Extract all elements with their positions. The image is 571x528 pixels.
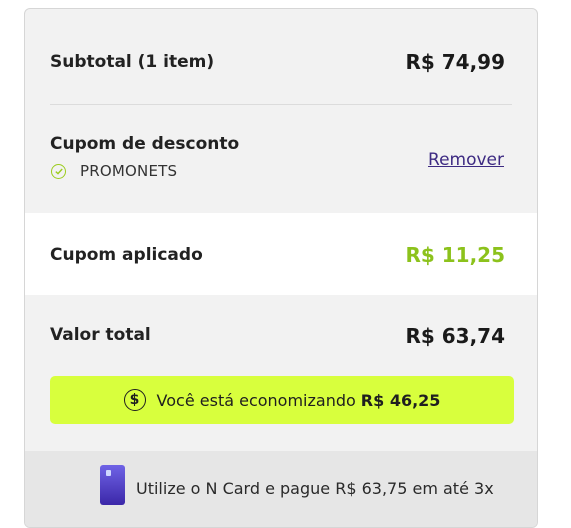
savings-banner: $ Você está economizando R$ 46,25 <box>50 376 514 424</box>
applied-coupon-row: Cupom aplicado R$ 11,25 <box>25 213 537 295</box>
subtotal-label: Subtotal (1 item) <box>50 52 215 72</box>
total-row: Valor total R$ 63,74 <box>25 295 537 451</box>
subtotal-value: R$ 74,99 <box>405 50 505 74</box>
savings-text: Você está economizando <box>156 390 356 410</box>
order-summary-card: Subtotal (1 item) R$ 74,99 Cupom de desc… <box>24 8 538 528</box>
total-value: R$ 63,74 <box>405 324 505 348</box>
ncard-text: Utilize o N Card e pague R$ 63,75 em até… <box>136 479 494 498</box>
ncard-row: Utilize o N Card e pague R$ 63,75 em até… <box>25 451 537 527</box>
subtotal-row: Subtotal (1 item) R$ 74,99 <box>25 9 537 105</box>
n-card-image <box>100 465 125 505</box>
applied-coupon-value: R$ 11,25 <box>405 243 505 267</box>
dollar-circle-icon: $ <box>123 389 146 411</box>
total-label: Valor total <box>50 325 151 345</box>
applied-coupon-label: Cupom aplicado <box>50 245 203 265</box>
check-circle-icon <box>51 163 66 179</box>
coupon-label: Cupom de desconto <box>50 134 240 154</box>
coupon-code-text: PROMONETS <box>80 162 178 180</box>
savings-amount: R$ 46,25 <box>360 390 441 410</box>
remove-coupon-link[interactable]: Remover <box>428 150 504 170</box>
coupon-code: PROMONETS <box>51 162 177 180</box>
